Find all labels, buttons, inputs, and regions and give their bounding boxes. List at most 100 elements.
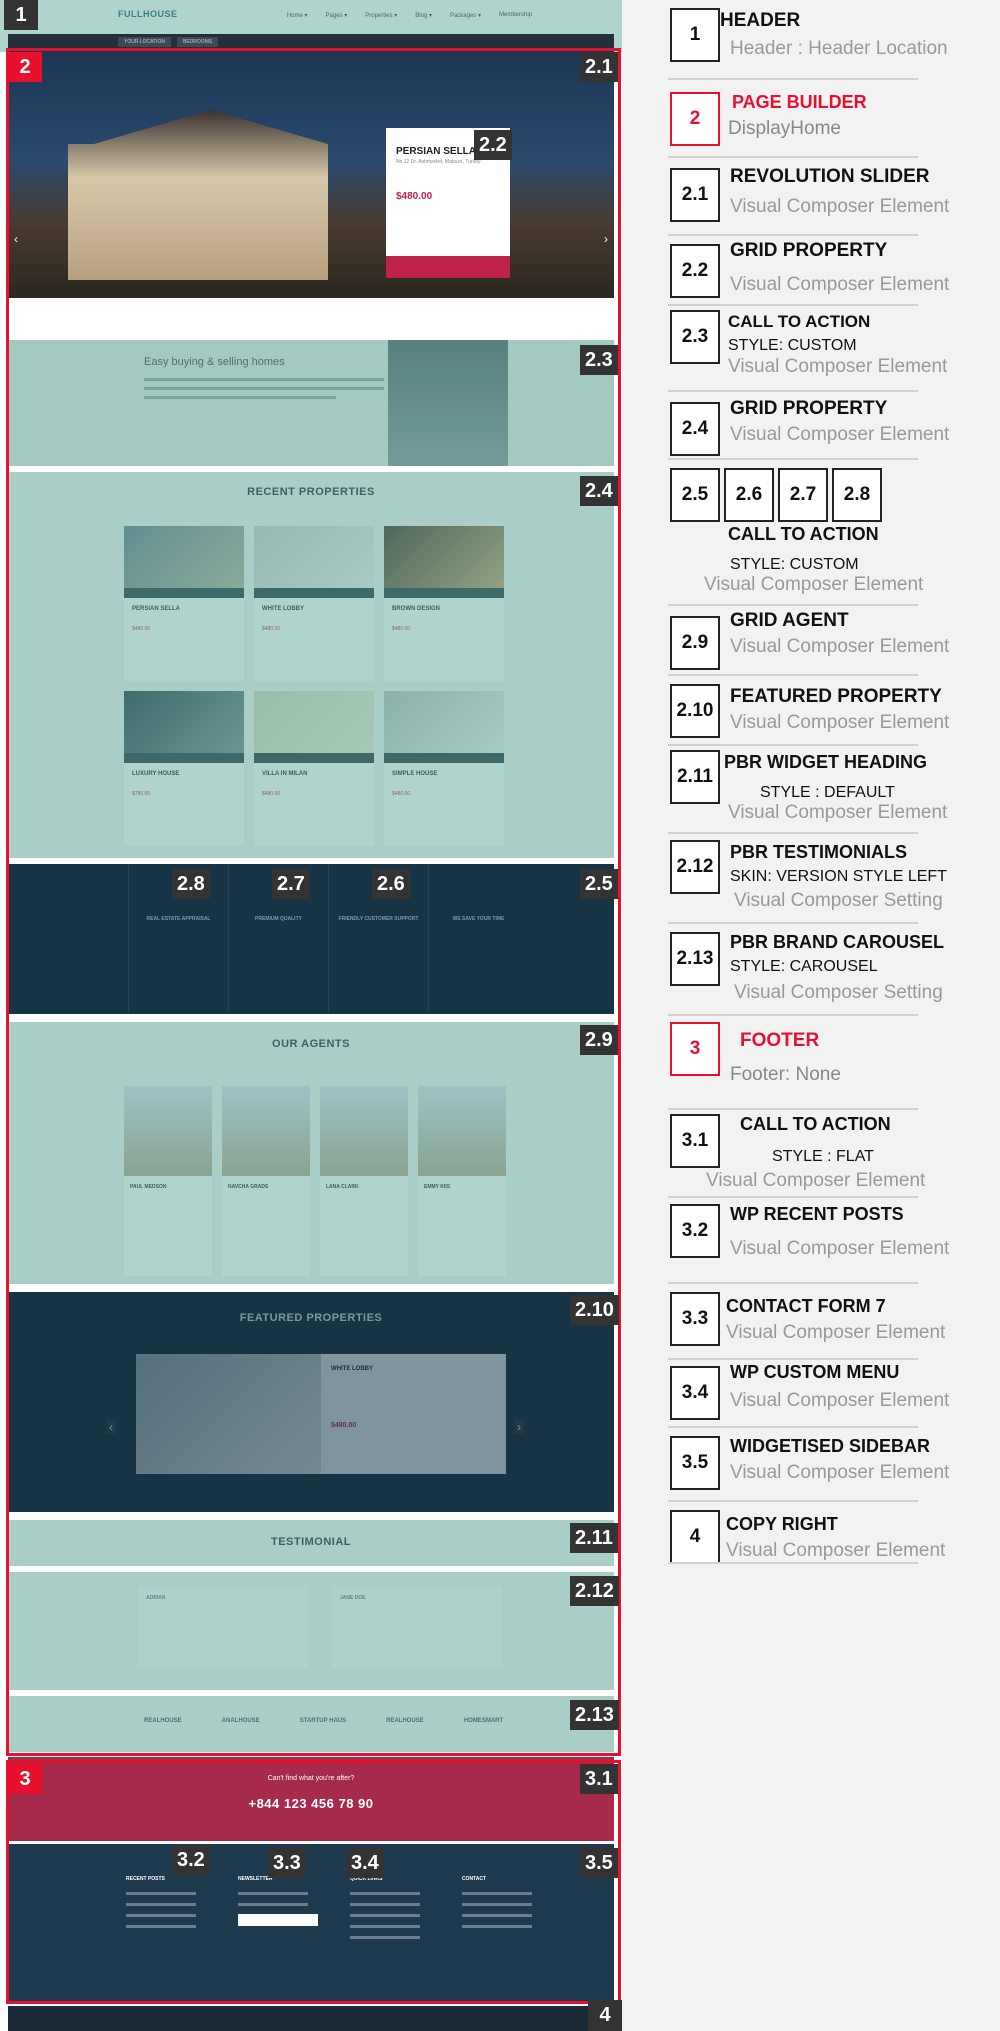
newsletter-email-input[interactable] xyxy=(238,1914,318,1926)
badge-2-8: 2.8 xyxy=(172,869,210,899)
property-card[interactable]: SIMPLE HOUSE $480.00 xyxy=(384,691,504,846)
property-card[interactable]: VILLA IN MILAN $480.00 xyxy=(254,691,374,846)
legend-num: 2.5 xyxy=(670,468,720,522)
badge-2-5: 2.5 xyxy=(580,869,618,899)
property-price: $480.00 xyxy=(392,791,411,797)
nav-item[interactable]: Blog ▾ xyxy=(415,12,432,19)
nav-item[interactable]: Properties ▾ xyxy=(365,12,397,19)
property-price: $480.00 xyxy=(392,626,411,632)
nav-item[interactable]: Membership xyxy=(499,12,532,19)
legend-style: STYLE: CUSTOM xyxy=(730,556,859,573)
legend-sub: Visual Composer Setting xyxy=(734,890,943,911)
footer-cta-phone[interactable]: +844 123 456 78 90 xyxy=(8,1796,614,1811)
badge-3-1: 3.1 xyxy=(580,1764,618,1794)
search-topbar: YOUR LOCATION BEDROOMS xyxy=(8,34,614,50)
legend-sub: Visual Composer Element xyxy=(730,196,950,217)
property-price: $480.00 xyxy=(262,791,281,797)
legend-sub: Visual Composer Element xyxy=(730,1390,950,1411)
services-cta-section: REAL ESTATE APPRAISAL PREMIUM QUALITY FR… xyxy=(8,864,614,1014)
legend-num: 3.5 xyxy=(670,1436,720,1490)
badge-2-9: 2.9 xyxy=(580,1025,618,1055)
slider-prev-icon[interactable]: ‹ xyxy=(14,232,18,246)
featured-prev-icon[interactable]: ‹ xyxy=(106,1420,116,1434)
legend-style: STYLE : DEFAULT xyxy=(760,784,895,801)
badge-2-7: 2.7 xyxy=(272,869,310,899)
featured-next-icon[interactable]: › xyxy=(514,1420,524,1434)
badge-3-2: 3.2 xyxy=(172,1845,210,1875)
testimonial-author: ADRIAN xyxy=(146,1595,166,1601)
property-card[interactable]: WHITE LOBBY $480.00 xyxy=(254,526,374,681)
legend-style: STYLE: CAROUSEL xyxy=(730,958,878,975)
legend-num: 3.4 xyxy=(670,1366,720,1420)
badge-4: 4 xyxy=(588,2000,622,2031)
badge-2-11: 2.11 xyxy=(570,1523,618,1553)
badge-2-3: 2.3 xyxy=(580,345,618,375)
legend-num: 3 xyxy=(670,1022,720,1076)
brand-logo[interactable]: REALHOUSE xyxy=(386,1718,424,1724)
legend-title: CALL TO ACTION xyxy=(728,312,871,331)
property-price: $480.00 xyxy=(132,626,151,632)
legend-sub: Visual Composer Element xyxy=(730,1238,950,1259)
footer-col-contact: CONTACT xyxy=(462,1876,544,1947)
legend-title: PBR TESTIMONIALS xyxy=(730,842,908,862)
badge-2-2: 2.2 xyxy=(474,130,512,160)
legend-num: 2.11 xyxy=(670,750,720,804)
legend-title: REVOLUTION SLIDER xyxy=(730,166,930,187)
property-title: LUXURY HOUSE xyxy=(132,771,180,777)
property-price: $480.00 xyxy=(262,626,281,632)
nav-item[interactable]: Pages ▾ xyxy=(326,12,348,19)
site-logo[interactable]: FULLHOUSE xyxy=(118,9,178,19)
legend-sub: Visual Composer Element xyxy=(704,574,924,595)
legend-num: 2.10 xyxy=(670,684,720,738)
property-card[interactable]: BROWN DESIGN $480.00 xyxy=(384,526,504,681)
brand-logo[interactable]: STARTUP HAUS xyxy=(300,1718,346,1724)
agent-card[interactable]: PAUL MEDSON xyxy=(124,1086,212,1276)
featured-title: FEATURED PROPERTIES xyxy=(239,1312,383,1324)
bedrooms-select[interactable]: BEDROOMS xyxy=(177,37,219,47)
brand-logo[interactable]: ANALHOUSE xyxy=(222,1718,260,1724)
badge-2-12: 2.12 xyxy=(570,1576,619,1606)
recent-properties-title: RECENT PROPERTIES xyxy=(247,486,375,498)
legend-title: PAGE BUILDER xyxy=(732,92,867,112)
legend-title: WIDGETISED SIDEBAR xyxy=(730,1436,931,1456)
property-card[interactable]: PERSIAN SELLA $480.00 xyxy=(124,526,244,681)
footer-col-heading: CONTACT xyxy=(462,1876,487,1882)
slider-next-icon[interactable]: › xyxy=(604,232,608,246)
testimonial-author: JANE DOE xyxy=(340,1595,366,1601)
legend-num: 3.2 xyxy=(670,1204,720,1258)
badge-3: 3 xyxy=(8,1764,42,1794)
property-title: SIMPLE HOUSE xyxy=(392,771,438,777)
agent-card[interactable]: EMMY KIIS xyxy=(418,1086,506,1276)
legend-num: 2.1 xyxy=(670,168,720,222)
featured-property-card[interactable]: WHITE LOBBY $480.00 xyxy=(136,1354,506,1474)
nav-item[interactable]: Home ▾ xyxy=(287,12,308,19)
footer-col-newsletter: NEWSLETTER xyxy=(238,1876,320,1947)
location-select[interactable]: YOUR LOCATION xyxy=(118,37,172,47)
agent-name: NAVCHA GRADS xyxy=(228,1184,269,1190)
copyright-bar xyxy=(8,2006,614,2031)
footer-col-quick-links: QUICK LINKS xyxy=(350,1876,432,1947)
brand-logo[interactable]: REALHOUSE xyxy=(144,1718,182,1724)
recent-properties-grid: PERSIAN SELLA $480.00 WHITE LOBBY $480.00 … xyxy=(124,526,504,846)
agent-card[interactable]: NAVCHA GRADS xyxy=(222,1086,310,1276)
agent-name: EMMY KIIS xyxy=(424,1184,451,1190)
badge-2-13: 2.13 xyxy=(570,1700,619,1730)
badge-2: 2 xyxy=(8,52,42,82)
legend-title: COPY RIGHT xyxy=(726,1514,838,1534)
agent-card[interactable]: LANA CLARK xyxy=(320,1086,408,1276)
legend-sub: Visual Composer Setting xyxy=(734,982,943,1003)
legend-title: CONTACT FORM 7 xyxy=(726,1296,886,1316)
badge-2-1: 2.1 xyxy=(580,52,618,82)
legend-num: 2 xyxy=(670,92,720,146)
legend-num: 4 xyxy=(670,1510,720,1564)
nav-item[interactable]: Packages ▾ xyxy=(450,12,481,19)
legend-style: STYLE : FLAT xyxy=(772,1148,874,1165)
legend-num: 2.6 xyxy=(724,468,774,522)
service-title: PREMIUM QUALITY xyxy=(255,916,302,922)
property-card[interactable]: LUXURY HOUSE $780.00 xyxy=(124,691,244,846)
legend-num: 2.4 xyxy=(670,402,720,456)
footer-cta-question: Can't find what you're after? xyxy=(267,1775,355,1782)
legend-sub: Visual Composer Element xyxy=(728,356,948,377)
brand-logo[interactable]: HOMESMART xyxy=(464,1718,503,1724)
legend-num: 3.3 xyxy=(670,1292,720,1346)
